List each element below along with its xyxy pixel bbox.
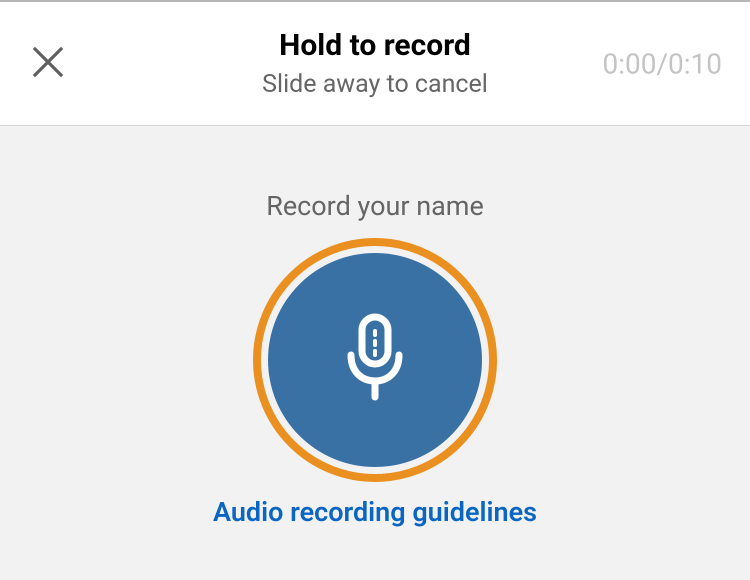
close-icon bbox=[30, 44, 66, 83]
record-button-inner bbox=[268, 253, 482, 467]
header-subtitle: Slide away to cancel bbox=[262, 70, 488, 100]
recording-timer: 0:00/0:10 bbox=[602, 47, 722, 80]
header-title: Hold to record bbox=[262, 28, 488, 64]
record-button[interactable] bbox=[253, 238, 497, 482]
header-center: Hold to record Slide away to cancel bbox=[262, 28, 488, 100]
content-area: Record your name Audio recording guideli… bbox=[0, 126, 750, 580]
header-bar: Hold to record Slide away to cancel 0:00… bbox=[0, 0, 750, 126]
record-prompt: Record your name bbox=[0, 190, 750, 222]
close-button[interactable] bbox=[28, 44, 68, 84]
microphone-icon bbox=[338, 313, 412, 407]
audio-guidelines-link[interactable]: Audio recording guidelines bbox=[213, 496, 537, 528]
